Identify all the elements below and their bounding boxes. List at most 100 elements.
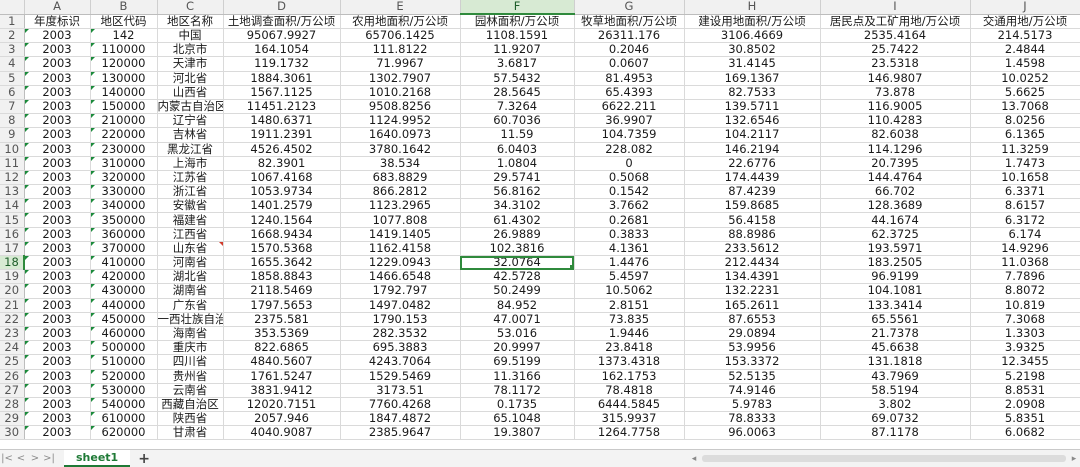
table-cell[interactable]: 天津市 <box>157 56 224 72</box>
table-cell[interactable]: 1529.5469 <box>340 369 461 384</box>
table-cell[interactable]: 420000 <box>90 269 158 285</box>
table-cell[interactable]: 65.5561 <box>820 312 971 327</box>
table-cell[interactable]: 81.4953 <box>574 71 685 86</box>
table-cell[interactable]: 82.7533 <box>684 85 821 100</box>
table-cell[interactable]: 65.1048 <box>460 411 575 427</box>
table-cell[interactable]: 228.082 <box>574 142 685 157</box>
table-cell[interactable]: 3173.51 <box>340 383 461 398</box>
table-cell[interactable]: 96.9199 <box>820 269 971 285</box>
table-cell[interactable]: 87.4239 <box>684 184 821 200</box>
column-header-i[interactable]: I <box>820 0 971 15</box>
table-cell[interactable]: 310000 <box>90 156 158 171</box>
table-cell[interactable]: 1124.9952 <box>340 113 461 129</box>
column-title-cell[interactable]: 年度标识 <box>24 14 91 29</box>
table-cell[interactable]: 2.0908 <box>970 397 1080 413</box>
table-cell[interactable]: 610000 <box>90 411 158 427</box>
table-cell[interactable]: 430000 <box>90 283 158 299</box>
table-cell[interactable]: 88.8986 <box>684 227 821 242</box>
table-cell[interactable]: 7.7896 <box>970 269 1080 285</box>
table-cell[interactable]: 1229.0943 <box>340 255 461 271</box>
table-cell[interactable]: 6.3371 <box>970 184 1080 200</box>
row-header[interactable]: 9 <box>0 127 25 143</box>
table-cell[interactable]: 内蒙古自治区 <box>157 99 224 115</box>
row-header[interactable]: 25 <box>0 354 25 370</box>
table-cell[interactable]: 8.8531 <box>970 383 1080 398</box>
table-cell[interactable]: 128.3689 <box>820 198 971 214</box>
table-cell[interactable]: 11451.2123 <box>223 99 341 115</box>
table-cell[interactable]: 330000 <box>90 184 158 200</box>
table-cell[interactable]: 66.702 <box>820 184 971 200</box>
table-cell[interactable]: 56.4158 <box>684 212 821 228</box>
table-cell[interactable]: 1761.5247 <box>223 369 341 384</box>
table-cell[interactable]: 233.5612 <box>684 241 821 257</box>
table-cell[interactable]: 410000 <box>90 255 158 271</box>
table-cell[interactable]: 50.2499 <box>460 283 575 299</box>
table-cell[interactable]: 133.3414 <box>820 298 971 313</box>
row-header[interactable]: 6 <box>0 85 25 100</box>
table-cell[interactable]: 1.4476 <box>574 255 685 271</box>
horizontal-scrollbar[interactable]: ◂ ▸ <box>688 453 1080 464</box>
table-cell[interactable]: 1911.2391 <box>223 127 341 143</box>
table-cell[interactable]: 153.3372 <box>684 354 821 370</box>
table-cell[interactable]: 3.802 <box>820 397 971 413</box>
table-cell[interactable]: 69.0732 <box>820 411 971 427</box>
table-cell[interactable]: 57.5432 <box>460 71 575 86</box>
table-cell[interactable]: 28.5645 <box>460 85 575 100</box>
table-cell[interactable]: 10.819 <box>970 298 1080 313</box>
table-cell[interactable]: 11.59 <box>460 127 575 143</box>
table-cell[interactable]: 193.5971 <box>820 241 971 257</box>
table-cell[interactable]: 2003 <box>24 227 91 242</box>
table-cell[interactable]: 12020.7151 <box>223 397 341 413</box>
table-cell[interactable]: 134.4391 <box>684 269 821 285</box>
table-cell[interactable]: 73.878 <box>820 85 971 100</box>
table-cell[interactable]: 114.1296 <box>820 142 971 157</box>
table-cell[interactable]: 2535.4164 <box>820 28 971 44</box>
column-title-cell[interactable]: 居民点及工矿用地/万公顷 <box>820 14 971 29</box>
column-header-b[interactable]: B <box>90 0 158 15</box>
table-cell[interactable]: 重庆市 <box>157 340 224 356</box>
table-cell[interactable]: 云南省 <box>157 383 224 398</box>
table-cell[interactable]: 1162.4158 <box>340 241 461 257</box>
table-cell[interactable]: 30.8502 <box>684 42 821 58</box>
table-cell[interactable]: 0.1735 <box>460 397 575 413</box>
table-cell[interactable]: 36.9907 <box>574 113 685 129</box>
column-title-cell[interactable]: 地区代码 <box>90 14 158 29</box>
table-cell[interactable]: 14.9296 <box>970 241 1080 257</box>
table-cell[interactable]: 1302.7907 <box>340 71 461 86</box>
table-cell[interactable]: 520000 <box>90 369 158 384</box>
table-cell[interactable]: 350000 <box>90 212 158 228</box>
table-cell[interactable]: 142 <box>90 28 158 44</box>
table-cell[interactable]: 164.1054 <box>223 42 341 58</box>
table-cell[interactable]: 340000 <box>90 198 158 214</box>
table-cell[interactable]: 183.2505 <box>820 255 971 271</box>
table-cell[interactable]: 62.3725 <box>820 227 971 242</box>
table-cell[interactable]: 1108.1591 <box>460 28 575 44</box>
table-cell[interactable]: 132.6546 <box>684 113 821 129</box>
table-cell[interactable]: 9508.8256 <box>340 99 461 115</box>
table-cell[interactable]: 贵州省 <box>157 369 224 384</box>
table-cell[interactable]: 0.2681 <box>574 212 685 228</box>
table-cell[interactable]: 43.7969 <box>820 369 971 384</box>
table-cell[interactable]: 6.174 <box>970 227 1080 242</box>
table-cell[interactable]: 139.5711 <box>684 99 821 115</box>
column-header-h[interactable]: H <box>684 0 821 15</box>
scrollbar-thumb[interactable] <box>702 455 1066 462</box>
table-cell[interactable]: 1053.9734 <box>223 184 341 200</box>
table-cell[interactable]: 广东省 <box>157 298 224 313</box>
row-header[interactable]: 28 <box>0 397 25 413</box>
column-header-c[interactable]: C <box>157 0 224 15</box>
table-cell[interactable]: 江苏省 <box>157 170 224 186</box>
table-cell[interactable]: 165.2611 <box>684 298 821 313</box>
table-cell[interactable]: 116.9005 <box>820 99 971 115</box>
table-cell[interactable]: 1264.7758 <box>574 425 685 441</box>
table-cell[interactable]: 69.5199 <box>460 354 575 370</box>
table-cell[interactable]: 5.6625 <box>970 85 1080 100</box>
table-cell[interactable]: 56.8162 <box>460 184 575 200</box>
table-cell[interactable]: 220000 <box>90 127 158 143</box>
row-header[interactable]: 2 <box>0 28 25 44</box>
table-cell[interactable]: 214.5173 <box>970 28 1080 44</box>
column-header-f[interactable]: F <box>460 0 575 15</box>
table-cell[interactable]: 8.0256 <box>970 113 1080 129</box>
table-cell[interactable]: 吉林省 <box>157 127 224 143</box>
table-cell[interactable]: 10.1658 <box>970 170 1080 186</box>
